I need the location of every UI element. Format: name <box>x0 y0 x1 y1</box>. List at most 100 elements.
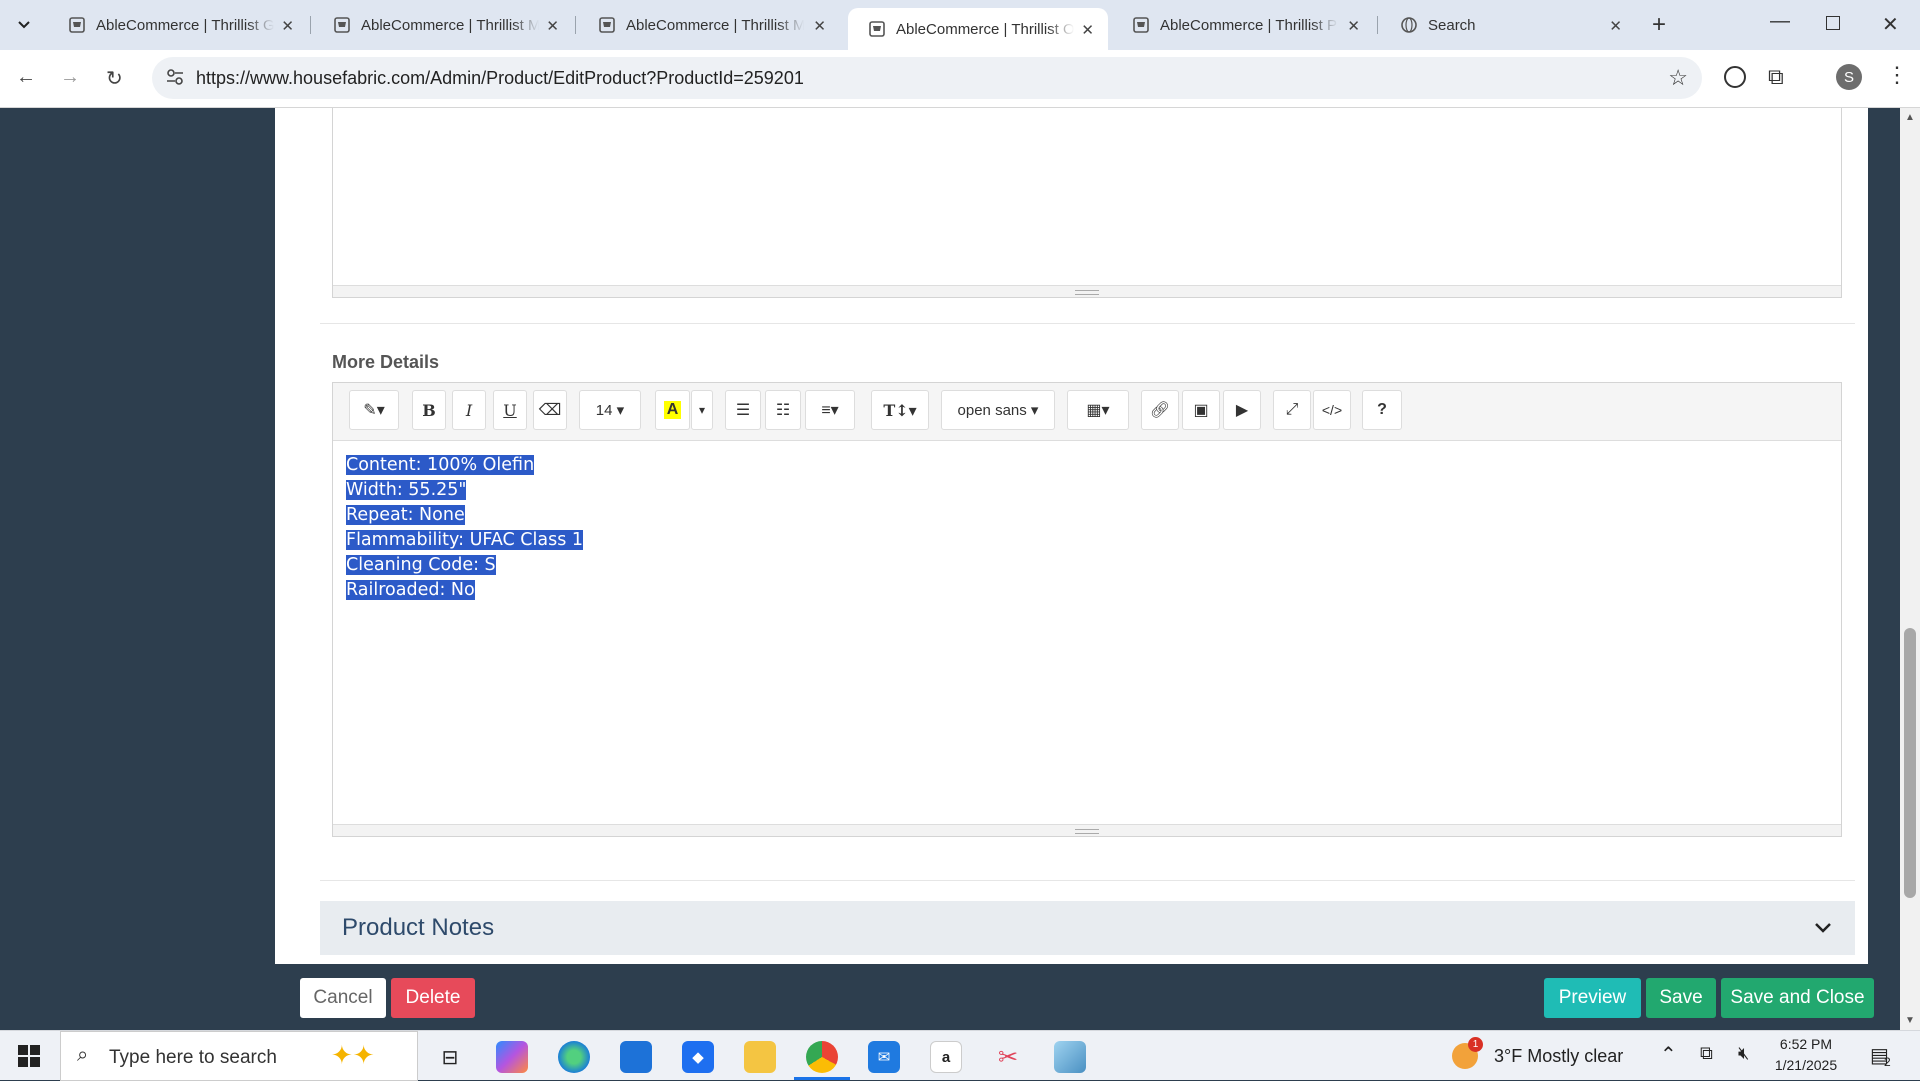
product-notes-title: Product Notes <box>342 914 495 941</box>
omnibox[interactable]: https://www.housefabric.com/Admin/Produc… <box>152 57 1702 99</box>
volume-muted-icon[interactable]: 🔇︎ <box>1738 1043 1749 1064</box>
content-line: Content: 100% Olefin <box>346 455 535 475</box>
eraser-button[interactable]: ⌫ <box>533 390 567 430</box>
browser-tab[interactable]: AbleCommerce | Thrillist M ✕ <box>578 8 840 42</box>
browser-tab[interactable]: AbleCommerce | Thrillist M ✕ <box>313 8 573 42</box>
fullscreen-button[interactable]: ⤢ <box>1273 390 1311 430</box>
tab-search-button[interactable] <box>10 12 38 38</box>
insert-image-button[interactable]: ▣ <box>1182 390 1220 430</box>
close-icon[interactable]: ✕ <box>813 17 826 35</box>
underline-button[interactable]: U <box>493 390 527 430</box>
bookmark-star-icon[interactable]: ☆ <box>1668 65 1688 91</box>
clock-date[interactable]: 1/21/2025 <box>1770 1057 1842 1073</box>
file-explorer-icon[interactable] <box>744 1041 776 1073</box>
close-icon[interactable]: ✕ <box>1081 21 1094 39</box>
snipping-tool-icon[interactable]: ✂ <box>992 1041 1024 1073</box>
bullet-list-icon: ☰ <box>735 402 751 419</box>
font-family-value: open sans <box>957 401 1027 419</box>
close-icon[interactable]: ✕ <box>546 17 559 35</box>
save-and-close-button[interactable]: Save and Close <box>1721 978 1874 1018</box>
code-view-button[interactable]: </> <box>1313 390 1351 430</box>
description-editor-area[interactable] <box>332 108 1842 298</box>
notification-count: 2 <box>1884 1055 1891 1069</box>
font-family-dropdown[interactable]: open sans ▾ <box>941 390 1055 430</box>
mail-icon[interactable]: ✉ <box>868 1041 900 1073</box>
store-icon[interactable] <box>620 1041 652 1073</box>
line-height-dropdown[interactable]: T↕▾ <box>871 390 929 430</box>
window-close-icon[interactable]: ✕ <box>1882 12 1899 37</box>
browser-tab-bar: AbleCommerce | Thrillist G ✕ AbleCommerc… <box>0 0 1920 50</box>
url-text[interactable]: https://www.housefabric.com/Admin/Produc… <box>196 68 804 89</box>
more-details-label: More Details <box>332 352 440 372</box>
text-height-icon: T↕▾ <box>883 400 917 420</box>
chevron-down-icon[interactable] <box>1811 916 1835 940</box>
windows-start-icon[interactable] <box>18 1045 40 1067</box>
amazon-icon[interactable]: a <box>930 1041 962 1073</box>
browser-tab[interactable]: AbleCommerce | Thrillist G ✕ <box>48 8 308 42</box>
minimize-icon[interactable]: — <box>1770 10 1790 33</box>
editor-resize-handle[interactable] <box>333 285 1841 297</box>
save-button[interactable]: Save <box>1646 978 1716 1018</box>
insert-video-button[interactable]: ▶ <box>1223 390 1261 430</box>
style-magic-button[interactable]: ✎▾ <box>349 390 399 430</box>
scroll-down-icon[interactable]: ▼ <box>1905 1015 1915 1026</box>
product-notes-panel[interactable]: Product Notes <box>320 901 1855 955</box>
edge-icon[interactable] <box>558 1041 590 1073</box>
expand-icon: ⤢ <box>1285 401 1299 418</box>
task-view-icon[interactable]: ⊟ <box>434 1041 466 1073</box>
taskbar-search-box[interactable]: ⌕ Type here to search ✦✦ <box>60 1031 418 1081</box>
reload-icon[interactable]: ↻ <box>106 66 123 91</box>
tab-title: AbleCommerce | Thrillist M <box>361 16 539 34</box>
weather-text[interactable]: 3°F Mostly clear <box>1494 1046 1623 1067</box>
dropbox-icon[interactable]: ◆ <box>682 1041 714 1073</box>
close-icon[interactable]: ✕ <box>281 17 294 35</box>
color-dropdown-button[interactable]: ▾ <box>691 390 713 430</box>
tab-title: Search <box>1428 16 1476 34</box>
main-content: More Details ✎▾ B I U ⌫ 14 ▾ A ▾ ☰ ☷ ≡▾ … <box>275 108 1868 964</box>
meet-now-icon[interactable]: ⧉ <box>1700 1043 1713 1064</box>
delete-button[interactable]: Delete <box>391 978 475 1018</box>
profile-avatar[interactable]: S <box>1836 64 1862 90</box>
browser-tab[interactable]: Search ✕ <box>1380 8 1636 42</box>
menu-kebab-icon[interactable]: ⋮ <box>1886 62 1908 88</box>
cancel-button[interactable]: Cancel <box>300 978 386 1018</box>
site-settings-icon[interactable] <box>166 69 184 90</box>
tray-chevron-up-icon[interactable]: ⌃ <box>1660 1042 1677 1067</box>
restore-icon[interactable] <box>1826 16 1840 30</box>
clock-time[interactable]: 6:52 PM <box>1776 1036 1836 1052</box>
back-icon[interactable]: ← <box>16 66 36 89</box>
close-icon[interactable]: ✕ <box>1609 17 1622 35</box>
font-size-dropdown[interactable]: 14 ▾ <box>579 390 641 430</box>
copilot-icon[interactable] <box>496 1041 528 1073</box>
browser-tab[interactable]: AbleCommerce | Thrillist P ✕ <box>1112 8 1374 42</box>
scrollbar-thumb[interactable] <box>1904 628 1916 898</box>
insert-link-button[interactable]: 🔗︎ <box>1141 390 1179 430</box>
more-details-editor: ✎▾ B I U ⌫ 14 ▾ A ▾ ☰ ☷ ≡▾ T↕▾ open sans… <box>332 382 1842 837</box>
editor-resize-handle[interactable] <box>333 824 1841 836</box>
table-dropdown[interactable]: ▦▾ <box>1067 390 1129 430</box>
tab-title: AbleCommerce | Thrillist P <box>1160 16 1337 34</box>
new-tab-icon[interactable]: + <box>1652 11 1666 39</box>
cart-icon <box>598 16 616 34</box>
unordered-list-button[interactable]: ☰ <box>725 390 761 430</box>
scroll-up-icon[interactable]: ▲ <box>1905 112 1915 123</box>
notepad-icon[interactable] <box>1054 1041 1086 1073</box>
puzzle-extensions-icon[interactable]: ⧉ <box>1768 64 1784 90</box>
forward-icon[interactable]: → <box>60 66 80 89</box>
content-line: Repeat: None <box>346 505 465 525</box>
italic-button[interactable]: I <box>452 390 486 430</box>
help-button[interactable]: ? <box>1362 390 1402 430</box>
ordered-list-button[interactable]: ☷ <box>765 390 801 430</box>
editor-content[interactable]: Content: 100% Olefin Width: 55.25" Repea… <box>346 453 584 603</box>
bold-button[interactable]: B <box>412 390 446 430</box>
chrome-icon[interactable] <box>806 1041 838 1073</box>
browser-tab-active[interactable]: AbleCommerce | Thrillist O ✕ <box>848 8 1108 50</box>
page-scrollbar[interactable]: ▲ ▼ <box>1900 108 1920 1030</box>
magic-wand-icon: ✎▾ <box>363 402 385 419</box>
highlight-color-button[interactable]: A <box>655 390 690 430</box>
preview-button[interactable]: Preview <box>1544 978 1641 1018</box>
windows-taskbar: ⌕ Type here to search ✦✦ ⊟ ◆ ✉ a ✂ 1 3°F… <box>0 1030 1920 1081</box>
extension-icon[interactable] <box>1724 66 1746 88</box>
paragraph-align-dropdown[interactable]: ≡▾ <box>805 390 855 430</box>
close-icon[interactable]: ✕ <box>1347 17 1360 35</box>
